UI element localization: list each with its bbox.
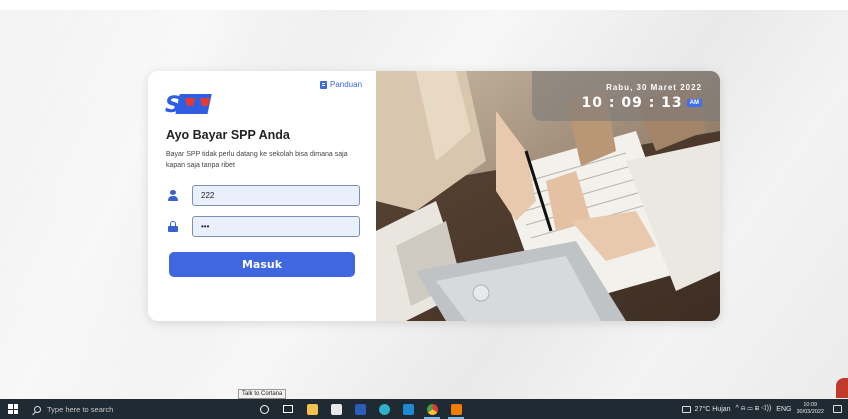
current-date: Rabu, 30 Maret 2022 — [606, 83, 702, 92]
ampm-badge: AM — [686, 99, 702, 107]
file-explorer-icon[interactable] — [300, 399, 324, 419]
taskbar-time: 10:09 — [803, 402, 818, 408]
current-time-row: 10 : 09 : 13 AM — [582, 95, 702, 111]
username-row — [168, 185, 360, 206]
edge-icon[interactable] — [372, 399, 396, 419]
book-icon — [320, 80, 327, 89]
task-view-icon[interactable] — [276, 399, 300, 419]
hero-photo: Rabu, 30 Maret 2022 10 : 09 : 13 AM — [376, 71, 720, 321]
vscode-icon[interactable] — [396, 399, 420, 419]
weather-icon — [681, 405, 691, 413]
taskbar-date: 30/03/2022 — [796, 409, 824, 415]
start-button[interactable] — [0, 399, 26, 419]
pinned-apps — [252, 399, 468, 419]
current-time: 10 : 09 : 13 — [581, 95, 683, 111]
language-indicator[interactable]: ENG — [776, 406, 791, 413]
cortana-tooltip: Talk to Cortana — [238, 389, 287, 399]
taskbar: Type here to search 27°C Hujan ^ ⍾ ▭ ⊞ ◁… — [0, 399, 848, 419]
lock-icon — [168, 221, 178, 232]
login-card: S Panduan Ayo Bayar SPP Anda Bayar SPP t… — [148, 71, 720, 321]
desktop-corner-icon — [836, 378, 848, 398]
page-title: Ayo Bayar SPP Anda — [166, 128, 290, 142]
taskbar-clock[interactable]: 10:09 30/03/2022 — [796, 402, 824, 416]
user-icon — [168, 190, 178, 201]
username-input[interactable] — [192, 185, 360, 206]
clock-panel: Rabu, 30 Maret 2022 10 : 09 : 13 AM — [532, 71, 720, 121]
search-icon — [34, 405, 41, 413]
guide-link[interactable]: Panduan — [320, 80, 362, 89]
tray-system-icons[interactable]: ^ ⍾ ▭ ⊞ ◁)) — [736, 405, 772, 413]
guide-link-label: Panduan — [330, 80, 363, 89]
spp-logo: S — [165, 93, 212, 118]
system-tray: 27°C Hujan ^ ⍾ ▭ ⊞ ◁)) ENG 10:09 30/03/2… — [681, 399, 848, 419]
search-placeholder: Type here to search — [47, 404, 114, 414]
word-icon[interactable] — [348, 399, 372, 419]
taskbar-search[interactable]: Type here to search — [26, 399, 232, 419]
login-button[interactable]: Masuk — [169, 252, 355, 277]
mail-icon[interactable] — [324, 399, 348, 419]
notification-icon[interactable] — [833, 405, 842, 413]
weather-text: 27°C Hujan — [694, 405, 731, 413]
browser-top-strip — [0, 0, 848, 10]
windows-icon — [8, 404, 18, 414]
cortana-icon[interactable] — [252, 399, 276, 419]
login-panel: S Panduan Ayo Bayar SPP Anda Bayar SPP t… — [148, 71, 376, 321]
page-subtitle: Bayar SPP tidak perlu datang ke sekolah … — [166, 151, 348, 169]
xampp-icon[interactable] — [444, 399, 468, 419]
password-row — [168, 216, 360, 237]
password-input[interactable] — [192, 216, 360, 237]
weather-widget[interactable]: 27°C Hujan — [681, 405, 731, 413]
chrome-icon[interactable] — [420, 399, 444, 419]
